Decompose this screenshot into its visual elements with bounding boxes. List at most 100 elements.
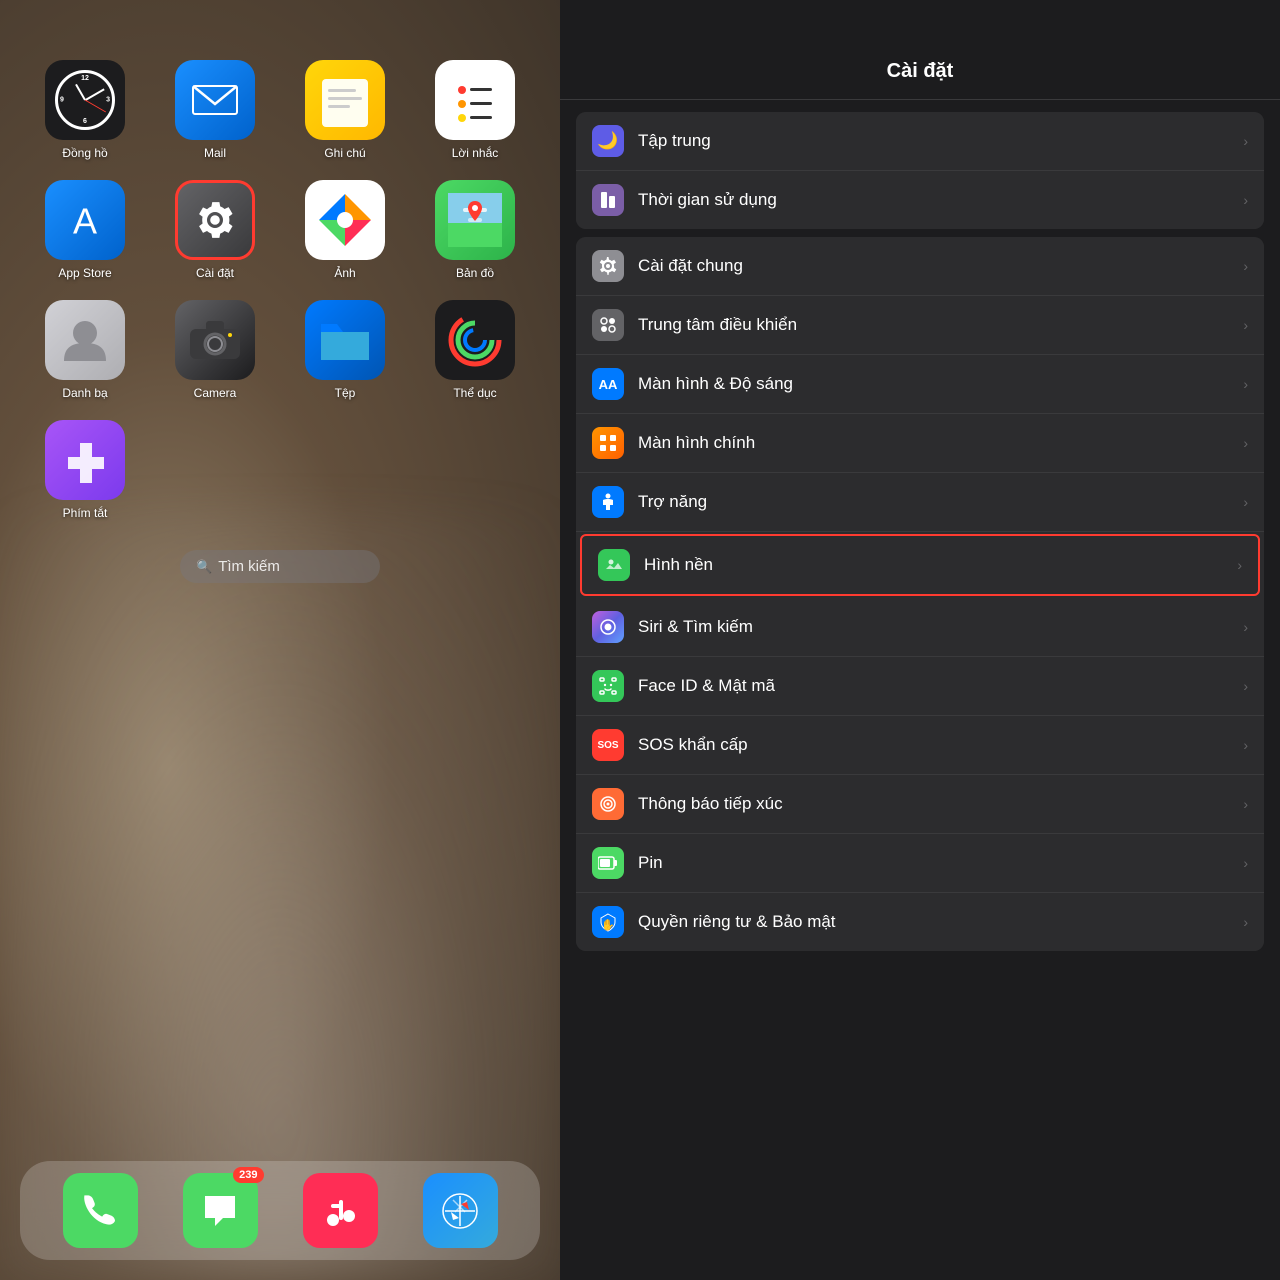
accessibility-chevron: › (1243, 494, 1248, 510)
battery-icon (592, 847, 624, 879)
search-bar[interactable]: 🔍 Tìm kiếm (180, 550, 380, 583)
general-chevron: › (1243, 258, 1248, 274)
dock-item-phone[interactable] (63, 1173, 138, 1248)
app-item-maps[interactable]: Bản đồ (420, 180, 530, 280)
settings-item-sos[interactable]: SOS SOS khẩn cấp › (576, 716, 1264, 775)
svg-text:A: A (73, 200, 97, 241)
wallpaper-label: Hình nền (644, 555, 1237, 575)
app-item-fitness[interactable]: Thể dục (420, 300, 530, 400)
search-icon: 🔍 (196, 559, 212, 575)
battery-label: Pin (638, 853, 1243, 873)
settings-group-1: 🌙 Tập trung › Thời gian sử dụng › (576, 112, 1264, 229)
homescreen-label: Màn hình chính (638, 433, 1243, 453)
settings-item-privacy[interactable]: ✋ Quyền riêng tư & Bảo mật › (576, 893, 1264, 951)
screen-time-label: Thời gian sử dụng (638, 190, 1243, 210)
dock-item-messages[interactable]: 239 (183, 1173, 258, 1248)
siri-label: Siri & Tìm kiếm (638, 617, 1243, 637)
faceid-label: Face ID & Mật mã (638, 676, 1243, 696)
settings-list: 🌙 Tập trung › Thời gian sử dụng › (560, 100, 1280, 1280)
settings-item-accessibility[interactable]: Trợ năng › (576, 473, 1264, 532)
display-label: Màn hình & Độ sáng (638, 374, 1243, 394)
app-icon-maps (435, 180, 515, 260)
settings-item-control-center[interactable]: Trung tâm điều khiển › (576, 296, 1264, 355)
app-label-camera: Camera (194, 386, 237, 400)
app-item-files[interactable]: Tệp (290, 300, 400, 400)
app-icon-notes (305, 60, 385, 140)
app-item-clock[interactable]: 12 3 6 9 Đồng hồ (30, 60, 140, 160)
app-label-mail: Mail (204, 146, 226, 160)
focus-label: Tập trung (638, 131, 1243, 151)
settings-item-focus[interactable]: 🌙 Tập trung › (576, 112, 1264, 171)
app-label-settings: Cài đặt (196, 266, 234, 280)
settings-item-general[interactable]: Cài đặt chung › (576, 237, 1264, 296)
search-bar-label: Tìm kiếm (218, 558, 280, 575)
privacy-chevron: › (1243, 914, 1248, 930)
settings-item-battery[interactable]: Pin › (576, 834, 1264, 893)
app-icon-contacts (45, 300, 125, 380)
display-icon: AA (592, 368, 624, 400)
app-icon-clock: 12 3 6 9 (45, 60, 125, 140)
homescreen-icon (592, 427, 624, 459)
settings-item-faceid[interactable]: Face ID & Mật mã › (576, 657, 1264, 716)
privacy-icon: ✋ (592, 906, 624, 938)
app-item-settings[interactable]: Cài đặt (160, 180, 270, 280)
app-label-photos: Ảnh (334, 266, 355, 280)
general-label: Cài đặt chung (638, 256, 1243, 276)
settings-item-screen-time[interactable]: Thời gian sử dụng › (576, 171, 1264, 229)
messages-badge: 239 (233, 1167, 263, 1183)
app-icon-appstore: A (45, 180, 125, 260)
faceid-chevron: › (1243, 678, 1248, 694)
contact-tracing-icon (592, 788, 624, 820)
general-icon (592, 250, 624, 282)
app-icon-fitness (435, 300, 515, 380)
sos-chevron: › (1243, 737, 1248, 753)
app-label-reminders: Lời nhắc (452, 146, 499, 160)
siri-icon (592, 611, 624, 643)
homescreen-chevron: › (1243, 435, 1248, 451)
app-item-reminders[interactable]: Lời nhắc (420, 60, 530, 160)
control-center-icon (592, 309, 624, 341)
app-label-maps: Bản đồ (456, 266, 494, 280)
app-item-appstore[interactable]: A App Store (30, 180, 140, 280)
app-icon-camera (175, 300, 255, 380)
app-item-shortcuts[interactable]: Phím tắt (30, 420, 140, 520)
app-icon-shortcuts (45, 420, 125, 500)
dock: 239 (20, 1161, 540, 1260)
battery-chevron: › (1243, 855, 1248, 871)
settings-panel: Cài đặt 🌙 Tập trung › Thời gian sử dụng … (560, 0, 1280, 1280)
settings-item-wallpaper[interactable]: Hình nền › (580, 534, 1260, 596)
app-item-contacts[interactable]: Danh bạ (30, 300, 140, 400)
settings-header: Cài đặt (560, 0, 1280, 100)
app-grid: 12 3 6 9 Đồng hồ (30, 60, 530, 520)
app-item-mail[interactable]: Mail (160, 60, 270, 160)
screen-time-icon (592, 184, 624, 216)
dock-item-music[interactable] (303, 1173, 378, 1248)
dock-item-safari[interactable] (423, 1173, 498, 1248)
home-content: 12 3 6 9 Đồng hồ (0, 0, 560, 583)
app-item-camera[interactable]: Camera (160, 300, 270, 400)
app-item-photos[interactable]: Ảnh (290, 180, 400, 280)
control-center-label: Trung tâm điều khiển (638, 315, 1243, 335)
wallpaper-icon (598, 549, 630, 581)
app-label-contacts: Danh bạ (62, 386, 107, 400)
settings-item-display[interactable]: AA Màn hình & Độ sáng › (576, 355, 1264, 414)
app-icon-reminders (435, 60, 515, 140)
sos-label: SOS khẩn cấp (638, 735, 1243, 755)
app-label-clock: Đồng hồ (62, 146, 107, 160)
svg-text:✋: ✋ (601, 919, 615, 932)
settings-item-homescreen[interactable]: Màn hình chính › (576, 414, 1264, 473)
accessibility-icon (592, 486, 624, 518)
sos-icon: SOS (592, 729, 624, 761)
settings-group-2: Cài đặt chung › Trung tâm điều khiển › (576, 237, 1264, 951)
app-icon-settings (175, 180, 255, 260)
contact-tracing-chevron: › (1243, 796, 1248, 812)
settings-item-siri[interactable]: Siri & Tìm kiếm › (576, 598, 1264, 657)
app-icon-files (305, 300, 385, 380)
app-label-files: Tệp (335, 386, 356, 400)
app-icon-photos (305, 180, 385, 260)
app-label-fitness: Thể dục (453, 386, 496, 400)
app-label-notes: Ghi chú (324, 146, 365, 160)
app-item-notes[interactable]: Ghi chú (290, 60, 400, 160)
settings-item-contact-tracing[interactable]: Thông báo tiếp xúc › (576, 775, 1264, 834)
app-icon-mail (175, 60, 255, 140)
